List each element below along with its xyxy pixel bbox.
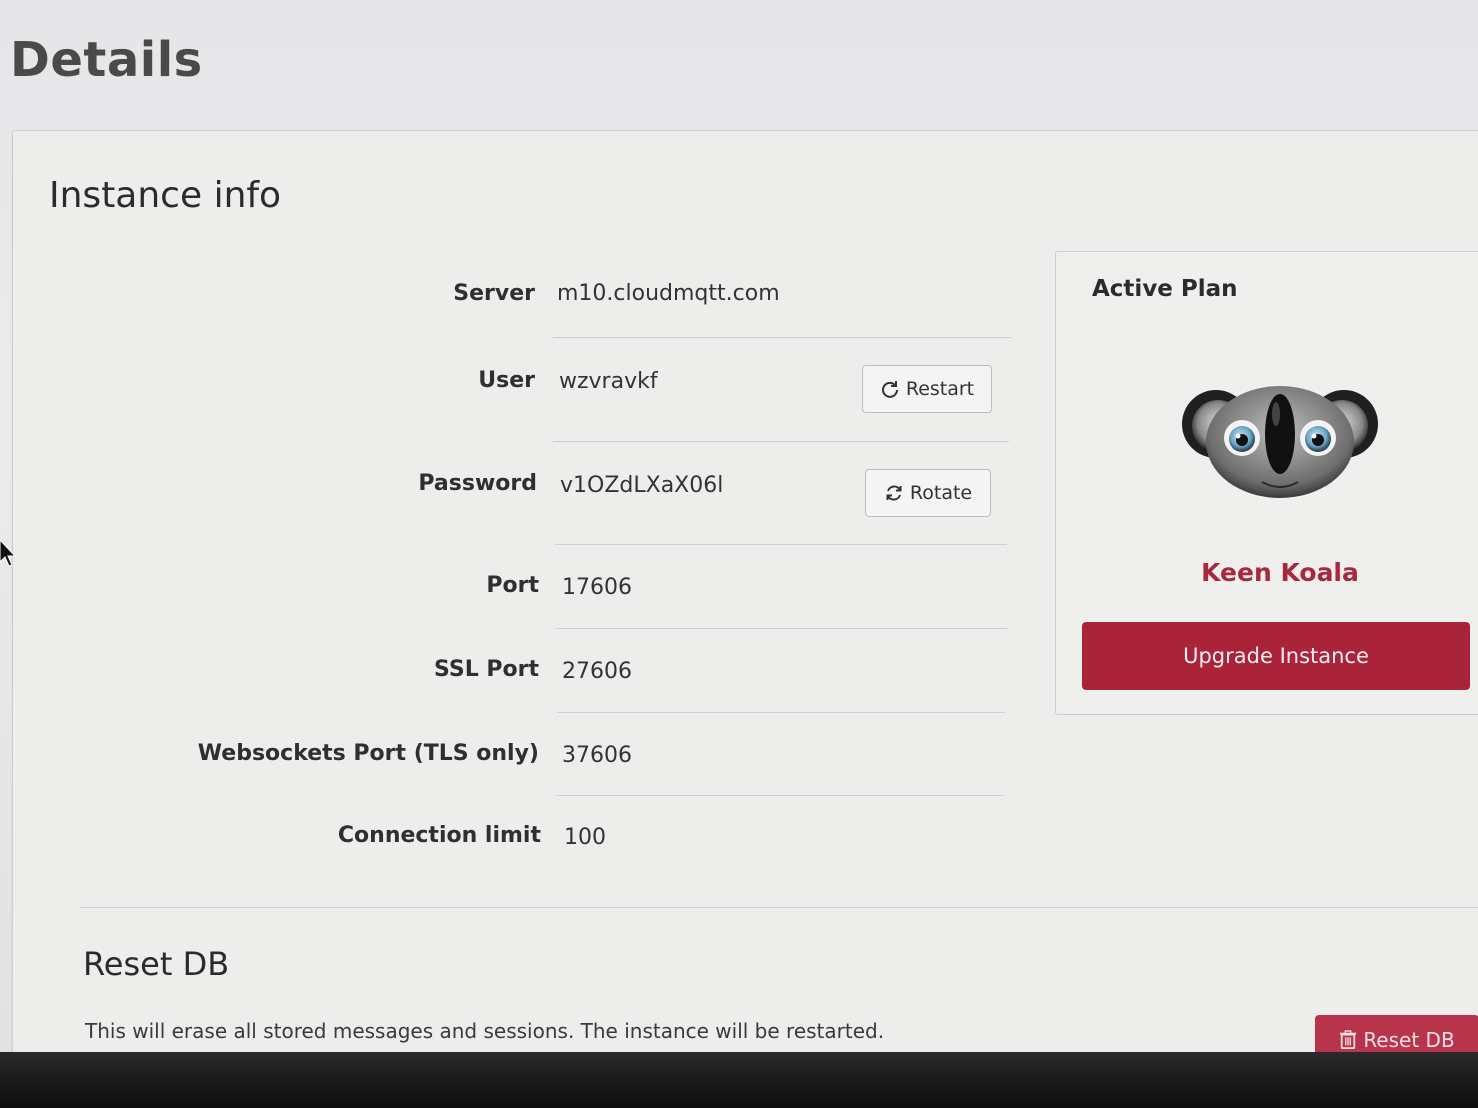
refresh-icon (881, 381, 898, 398)
rotate-button[interactable]: Rotate (865, 469, 991, 517)
trash-icon (1340, 1030, 1357, 1049)
row-divider (557, 712, 1005, 713)
active-plan-card: Active Plan Keen Koala Upgrade Instance (1055, 251, 1478, 715)
koala-icon (1182, 386, 1378, 498)
row-divider (557, 795, 1003, 796)
restart-label: Restart (905, 378, 975, 400)
password-value: v1OZdLXaX06l (560, 473, 724, 498)
port-value: 17606 (562, 575, 632, 600)
section-divider (79, 907, 1478, 908)
websockets-port-value: 37606 (562, 743, 632, 768)
port-label: Port (486, 573, 539, 598)
restart-button[interactable]: Restart (862, 365, 992, 413)
row-divider (555, 628, 1007, 629)
reset-db-button[interactable]: Reset DB (1315, 1015, 1478, 1052)
rotate-label: Rotate (909, 482, 973, 504)
screen: Details Instance info Server m10.cloudmq… (0, 0, 1478, 1052)
mouse-pointer-icon (0, 540, 17, 567)
connection-limit-value: 100 (564, 825, 606, 850)
ssl-port-label: SSL Port (434, 657, 539, 682)
rotate-icon (886, 485, 902, 501)
ssl-port-value: 27606 (562, 659, 632, 684)
monitor-bezel (0, 1052, 1478, 1108)
reset-db-button-label: Reset DB (1363, 1028, 1455, 1052)
password-label: Password (418, 471, 537, 496)
user-value: wzvravkf (559, 369, 658, 394)
upgrade-instance-button[interactable]: Upgrade Instance (1082, 622, 1470, 690)
instance-info-title: Instance info (49, 175, 282, 216)
user-label: User (478, 368, 535, 393)
row-divider (553, 337, 1011, 338)
reset-db-title: Reset DB (83, 945, 230, 983)
row-divider (553, 441, 1009, 442)
server-value: m10.cloudmqtt.com (557, 281, 780, 306)
reset-db-description: This will erase all stored messages and … (85, 1019, 885, 1043)
page-title: Details (10, 32, 203, 88)
connection-limit-label: Connection limit (337, 823, 541, 848)
active-plan-title: Active Plan (1092, 276, 1238, 302)
plan-name: Keen Koala (1201, 558, 1359, 587)
instance-panel: Instance info Server m10.cloudmqtt.com U… (12, 130, 1478, 1052)
websockets-port-label: Websockets Port (TLS only) (197, 741, 539, 766)
row-divider (555, 544, 1007, 545)
server-label: Server (453, 281, 535, 306)
